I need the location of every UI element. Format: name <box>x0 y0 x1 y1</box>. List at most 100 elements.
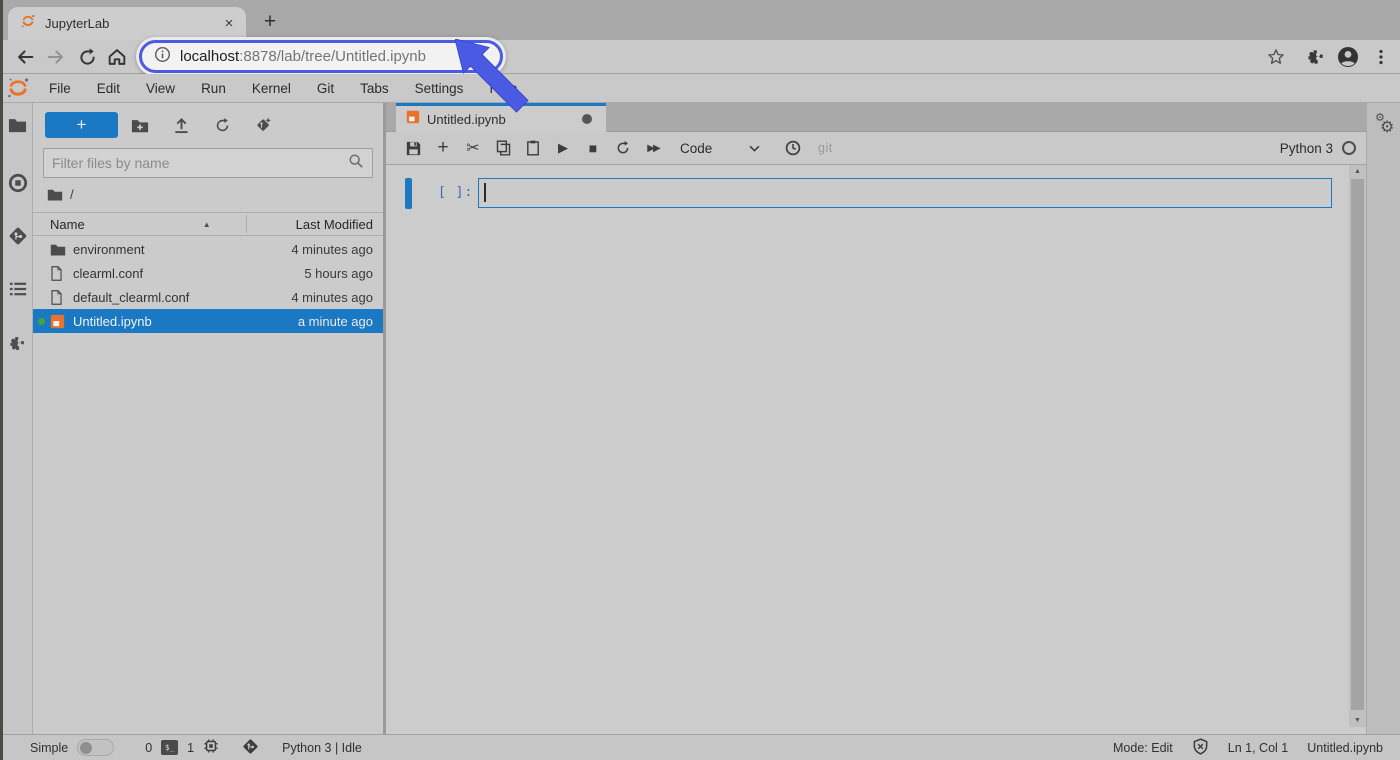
search-icon <box>348 153 364 174</box>
menu-settings[interactable]: Settings <box>402 74 477 103</box>
filter-files-box <box>43 148 373 178</box>
property-inspector-gears-icon[interactable]: ⚙ ⚙ <box>1373 111 1399 141</box>
menu-run[interactable]: Run <box>188 74 239 103</box>
table-row[interactable]: default_clearml.conf 4 minutes ago <box>33 285 383 309</box>
site-info-icon[interactable] <box>154 46 171 68</box>
add-cell-button[interactable]: + <box>428 135 458 161</box>
paste-cells-button[interactable] <box>518 135 548 161</box>
refresh-file-list-icon[interactable] <box>210 114 234 136</box>
run-cell-button[interactable]: ▶ <box>548 135 578 161</box>
interrupt-kernel-button[interactable]: ■ <box>578 135 608 161</box>
running-sessions-tab-icon[interactable] <box>3 165 32 201</box>
execution-time-clock-icon[interactable] <box>778 135 808 161</box>
file-icon <box>50 289 67 305</box>
upload-icon[interactable] <box>169 114 193 136</box>
file-list-header[interactable]: Name ▲ Last Modified <box>33 212 383 236</box>
filter-files-input[interactable] <box>52 155 348 171</box>
menu-help[interactable]: Help <box>476 74 530 103</box>
profile-avatar[interactable] <box>1335 44 1361 70</box>
url-bar[interactable]: localhost:8878/lab/tree/Untitled.ipynb <box>139 40 503 73</box>
plus-icon: + <box>77 115 87 135</box>
toggle-knob <box>80 742 92 754</box>
file-browser-panel: + / <box>33 103 383 734</box>
git-tab-icon[interactable] <box>3 218 32 254</box>
menu-view[interactable]: View <box>133 74 188 103</box>
new-folder-icon[interactable] <box>128 114 152 136</box>
home-icon[interactable] <box>104 44 130 70</box>
back-icon[interactable] <box>12 44 38 70</box>
command-mode-indicator[interactable]: Mode: Edit <box>1113 741 1173 755</box>
new-launcher-button[interactable]: + <box>45 112 118 138</box>
file-modified: 4 minutes ago <box>291 290 373 305</box>
table-row[interactable]: clearml.conf 5 hours ago <box>33 261 383 285</box>
menu-git[interactable]: Git <box>304 74 347 103</box>
menu-edit[interactable]: Edit <box>84 74 133 103</box>
folder-icon <box>50 241 67 257</box>
table-row-selected[interactable]: Untitled.ipynb a minute ago <box>33 309 383 333</box>
url-host: localhost <box>180 48 239 65</box>
copy-cells-button[interactable] <box>488 135 518 161</box>
file-name: clearml.conf <box>73 266 304 281</box>
simple-mode-toggle[interactable] <box>77 739 114 756</box>
new-tab-button[interactable]: + <box>256 9 284 35</box>
kernel-status-text[interactable]: Python 3 | Idle <box>282 741 362 755</box>
terminal-icon: $_ <box>161 740 178 755</box>
scroll-up-icon[interactable]: ▲ <box>1349 165 1366 178</box>
file-list: environment 4 minutes ago clearml.conf 5… <box>33 237 383 333</box>
menu-kernel[interactable]: Kernel <box>239 74 304 103</box>
table-row[interactable]: environment 4 minutes ago <box>33 237 383 261</box>
notebook-scrollbar[interactable]: ▲ ▼ <box>1349 165 1366 727</box>
file-browser-tab-icon[interactable] <box>3 107 32 143</box>
save-button[interactable] <box>398 135 428 161</box>
reload-icon[interactable] <box>74 44 100 70</box>
breadcrumb[interactable]: / <box>47 185 74 203</box>
notebook-content[interactable]: [ ]: <box>386 165 1349 734</box>
browser-menu-kebab-icon[interactable] <box>1368 44 1394 70</box>
table-of-contents-tab-icon[interactable] <box>3 271 32 307</box>
restart-run-all-button[interactable]: ▶▶ <box>638 135 668 161</box>
unsaved-changes-dot[interactable] <box>582 114 592 124</box>
scroll-down-icon[interactable]: ▼ <box>1349 714 1366 727</box>
cell-type-dropdown[interactable]: Code <box>676 141 764 156</box>
url-path: :8878/lab/tree/Untitled.ipynb <box>239 48 426 65</box>
menu-tabs[interactable]: Tabs <box>347 74 402 103</box>
cut-cells-button[interactable]: ✂ <box>458 135 488 161</box>
cell-input-prompt: [ ]: <box>438 185 473 200</box>
window-edge <box>0 0 3 760</box>
close-tab-icon[interactable]: × <box>220 15 238 33</box>
git-status-icon[interactable] <box>242 738 259 758</box>
folder-icon <box>47 188 63 201</box>
cursor-position[interactable]: Ln 1, Col 1 <box>1228 741 1288 755</box>
extension-manager-tab-icon[interactable] <box>3 325 32 361</box>
breadcrumb-root[interactable]: / <box>70 187 74 202</box>
right-sidebar-strip: ⚙ ⚙ <box>1366 103 1400 734</box>
column-header-name[interactable]: Name <box>50 217 85 232</box>
terminals-count[interactable]: 0 <box>145 741 152 755</box>
column-header-modified[interactable]: Last Modified <box>296 217 373 232</box>
chevron-down-icon <box>749 145 760 152</box>
active-filename: Untitled.ipynb <box>1307 741 1383 755</box>
notebook-icon <box>406 110 420 129</box>
bookmark-star-icon[interactable] <box>1263 44 1289 70</box>
notebook-icon <box>50 313 67 329</box>
screen: JupyterLab × + localhost:8878/lab/tree/U… <box>0 0 1400 760</box>
sort-ascending-icon: ▲ <box>203 220 211 229</box>
scrollbar-thumb[interactable] <box>1351 179 1364 710</box>
notebook-tab[interactable]: Untitled.ipynb <box>396 103 606 132</box>
git-toolbar-label[interactable]: git <box>818 141 833 155</box>
kernels-count[interactable]: 1 <box>187 741 194 755</box>
running-kernel-dot <box>38 318 45 325</box>
extensions-puzzle-icon[interactable] <box>1303 44 1329 70</box>
kernel-status-icon[interactable] <box>1342 141 1356 155</box>
browser-tab[interactable]: JupyterLab × <box>8 7 246 40</box>
restart-kernel-button[interactable] <box>608 135 638 161</box>
kernel-name-button[interactable]: Python 3 <box>1280 141 1333 156</box>
forward-icon[interactable] <box>43 44 69 70</box>
git-init-icon[interactable] <box>251 114 275 136</box>
simple-mode-label: Simple <box>30 741 68 755</box>
cell-collapser[interactable] <box>405 178 412 209</box>
dock-panel: Untitled.ipynb + ✂ ▶ ■ <box>386 103 1366 734</box>
menu-file[interactable]: File <box>36 74 84 103</box>
file-name: environment <box>73 242 291 257</box>
cell-editor[interactable] <box>478 178 1332 208</box>
